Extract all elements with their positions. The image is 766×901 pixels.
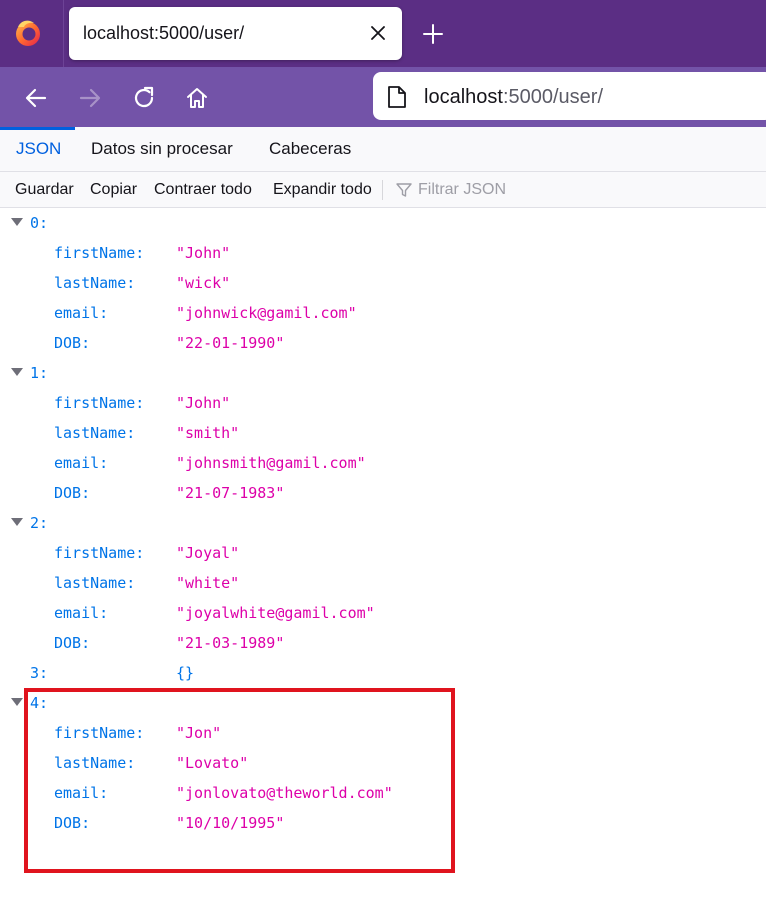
- url-host: localhost: [424, 86, 503, 108]
- forward-arrow-icon[interactable]: [77, 85, 103, 111]
- array-index: 0:: [30, 214, 49, 232]
- property-key: firstName:: [54, 724, 145, 742]
- tab-title: localhost:5000/user/: [83, 23, 245, 43]
- json-viewer-tabs: JSON Datos sin procesar Cabeceras: [0, 127, 766, 172]
- property-key: email:: [54, 784, 109, 802]
- tab-json[interactable]: JSON: [16, 139, 61, 159]
- tab-raw-data[interactable]: Datos sin procesar: [91, 139, 233, 159]
- property-key: lastName:: [54, 424, 136, 442]
- tree-row-field: lastName: "wick": [0, 268, 766, 298]
- tree-row-field: lastName: "smith": [0, 418, 766, 448]
- tree-row-field: email: "johnwick@gamil.com": [0, 298, 766, 328]
- plus-icon[interactable]: [420, 21, 446, 47]
- tree-row-index[interactable]: 1:: [0, 358, 766, 388]
- tree-row-field: lastName: "white": [0, 568, 766, 598]
- url-text: localhost:5000/user/: [424, 86, 603, 109]
- address-bar[interactable]: localhost:5000/user/: [373, 72, 766, 120]
- tree-row-field: DOB: "10/10/1995": [0, 808, 766, 838]
- property-value: "Lovato": [176, 754, 249, 772]
- tree-row-index[interactable]: 2:: [0, 508, 766, 538]
- back-arrow-icon[interactable]: [23, 85, 49, 111]
- property-value: "white": [176, 574, 240, 592]
- property-value: "John": [176, 394, 231, 412]
- property-key: lastName:: [54, 754, 136, 772]
- filter-icon: [396, 183, 412, 197]
- filter-json-input[interactable]: Filtrar JSON: [418, 181, 506, 199]
- array-index: 2:: [30, 514, 49, 532]
- expand-triangle-icon[interactable]: [11, 217, 23, 227]
- property-key: DOB:: [54, 334, 91, 352]
- property-key: email:: [54, 454, 109, 472]
- json-toolbar: Guardar Copiar Contraer todo Expandir to…: [0, 172, 766, 208]
- close-icon[interactable]: [368, 23, 388, 43]
- array-index: 1:: [30, 364, 49, 382]
- json-tree: 0: firstName: "John" lastName: "wick" email: "…: [0, 208, 766, 901]
- tab-separator: [63, 0, 64, 67]
- property-value: "21-07-1983": [176, 484, 285, 502]
- property-value: "22-01-1990": [176, 334, 285, 352]
- property-value: "wick": [176, 274, 231, 292]
- active-tab-indicator: [0, 127, 75, 130]
- expand-triangle-icon[interactable]: [11, 367, 23, 377]
- active-tab[interactable]: localhost:5000/user/: [69, 7, 402, 60]
- tree-row-field: email: "jonlovato@theworld.com": [0, 778, 766, 808]
- property-key: lastName:: [54, 574, 136, 592]
- property-value: "10/10/1995": [176, 814, 285, 832]
- property-value: "Joyal": [176, 544, 240, 562]
- property-key: lastName:: [54, 274, 136, 292]
- tree-row-index[interactable]: 0:: [0, 208, 766, 238]
- property-key: DOB:: [54, 814, 91, 832]
- tree-row-field: email: "joyalwhite@gamil.com": [0, 598, 766, 628]
- property-key: firstName:: [54, 394, 145, 412]
- property-key: firstName:: [54, 544, 145, 562]
- tree-row-field: firstName: "John": [0, 388, 766, 418]
- expand-triangle-icon[interactable]: [11, 697, 23, 707]
- tree-row-field: DOB: "21-07-1983": [0, 478, 766, 508]
- property-key: email:: [54, 604, 109, 622]
- tree-row-field: DOB: "21-03-1989": [0, 628, 766, 658]
- toolbar-divider: [382, 180, 383, 200]
- expand-triangle-icon[interactable]: [11, 517, 23, 527]
- property-value: "Jon": [176, 724, 222, 742]
- property-key: DOB:: [54, 634, 91, 652]
- tree-row-field: email: "johnsmith@gamil.com": [0, 448, 766, 478]
- property-value: "21-03-1989": [176, 634, 285, 652]
- property-key: firstName:: [54, 244, 145, 262]
- tree-row-field: firstName: "Joyal": [0, 538, 766, 568]
- property-value: "jonlovato@theworld.com": [176, 784, 393, 802]
- property-key: DOB:: [54, 484, 91, 502]
- firefox-logo-icon[interactable]: [12, 17, 44, 49]
- tree-row-field: firstName: "John": [0, 238, 766, 268]
- array-index: 3:: [30, 664, 49, 682]
- reload-icon[interactable]: [131, 85, 157, 111]
- tree-row-field: lastName: "Lovato": [0, 748, 766, 778]
- tree-row-field: firstName: "Jon": [0, 718, 766, 748]
- property-value: "joyalwhite@gamil.com": [176, 604, 375, 622]
- property-value: "smith": [176, 424, 240, 442]
- tree-row-empty-object: 3: {}: [0, 658, 766, 688]
- collapse-all-button[interactable]: Contraer todo: [154, 181, 252, 199]
- property-value: "johnwick@gamil.com": [176, 304, 357, 322]
- copy-button[interactable]: Copiar: [90, 181, 137, 199]
- property-value: "John": [176, 244, 231, 262]
- array-index: 4:: [30, 694, 49, 712]
- save-button[interactable]: Guardar: [15, 181, 74, 199]
- empty-object-value: {}: [176, 664, 195, 682]
- tab-headers[interactable]: Cabeceras: [269, 139, 351, 159]
- page-icon: [388, 86, 406, 108]
- url-path: :5000/user/: [502, 86, 604, 108]
- expand-all-button[interactable]: Expandir todo: [273, 181, 372, 199]
- property-key: email:: [54, 304, 109, 322]
- tree-row-field: DOB: "22-01-1990": [0, 328, 766, 358]
- browser-tab-strip: localhost:5000/user/: [0, 0, 766, 67]
- navigation-toolbar: localhost:5000/user/: [0, 67, 766, 127]
- home-icon[interactable]: [184, 85, 210, 111]
- property-value: "johnsmith@gamil.com": [176, 454, 366, 472]
- tree-row-index[interactable]: 4:: [0, 688, 766, 718]
